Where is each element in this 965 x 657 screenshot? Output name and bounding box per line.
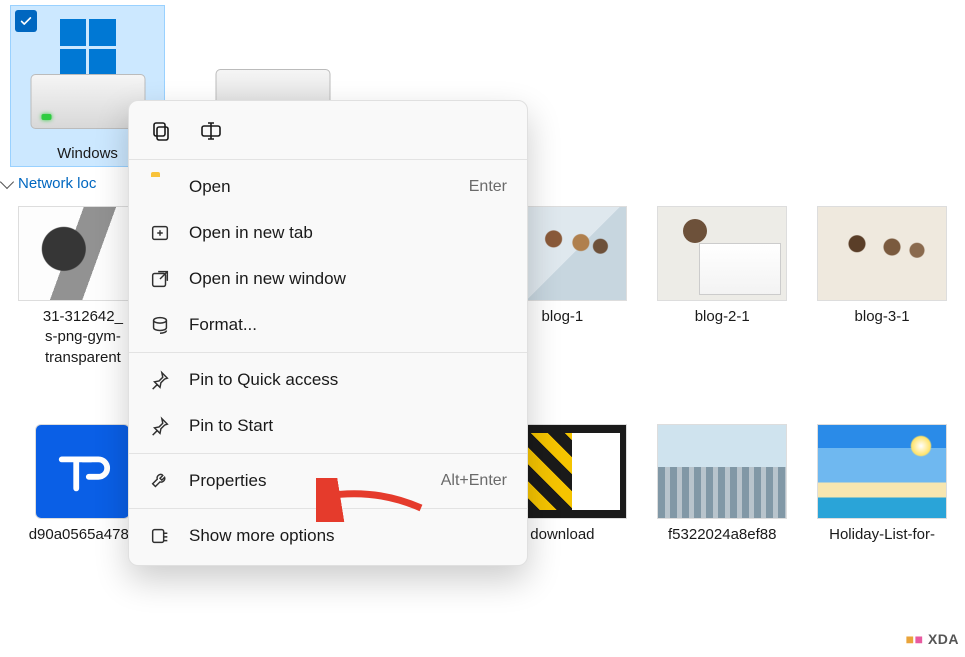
folder-open-icon [149,176,171,198]
windows-logo-icon [60,19,116,75]
pin-icon [149,369,171,391]
menu-label: Pin to Start [189,416,507,436]
more-options-icon [149,525,171,547]
properties-icon [149,470,171,492]
menu-item-open-new-window[interactable]: Open in new window [129,256,527,302]
pin-start-icon [149,415,171,437]
file-item[interactable]: blog-2-1 [649,206,795,368]
menu-item-format[interactable]: Format... [129,302,527,348]
thumbnail [657,206,787,301]
separator [129,453,527,454]
menu-label: Open in new tab [189,223,507,243]
section-label: Network loc [18,175,96,192]
annotation-arrow-icon [316,478,426,525]
thumbnail [817,206,947,301]
file-item[interactable]: f5322024a8ef88 [649,424,795,545]
menu-label: Format... [189,315,507,335]
file-label: blog-2-1 [649,307,795,327]
file-item[interactable]: Holiday-List-for- [809,424,955,545]
menu-item-open[interactable]: Open Enter [129,164,527,210]
thumbnail [817,424,947,519]
menu-item-pin-quick-access[interactable]: Pin to Quick access [129,357,527,403]
menu-label: Show more options [189,526,507,546]
thumbnail [657,424,787,519]
file-label: Holiday-List-for- [809,525,955,545]
menu-item-open-new-tab[interactable]: Open in new tab [129,210,527,256]
format-icon [149,314,171,336]
file-item[interactable]: blog-3-1 [809,206,955,368]
separator [129,352,527,353]
thumbnail [35,424,130,519]
checkmark-icon [15,10,37,32]
separator [129,159,527,160]
menu-item-pin-start[interactable]: Pin to Start [129,403,527,449]
menu-shortcut: Enter [469,178,507,196]
watermark: ■■ XDA [906,631,959,647]
file-label: blog-3-1 [809,307,955,327]
menu-label: Open in new window [189,269,507,289]
context-menu-actions-row [129,107,527,155]
copy-icon[interactable] [149,119,173,143]
menu-label: Open [189,177,451,197]
file-label: f5322024a8ef88 [649,525,795,545]
menu-label: Pin to Quick access [189,370,507,390]
chevron-down-icon [0,174,14,188]
new-window-icon [149,268,171,290]
new-tab-icon [149,222,171,244]
menu-shortcut: Alt+Enter [441,472,507,490]
rename-icon[interactable] [199,119,223,143]
